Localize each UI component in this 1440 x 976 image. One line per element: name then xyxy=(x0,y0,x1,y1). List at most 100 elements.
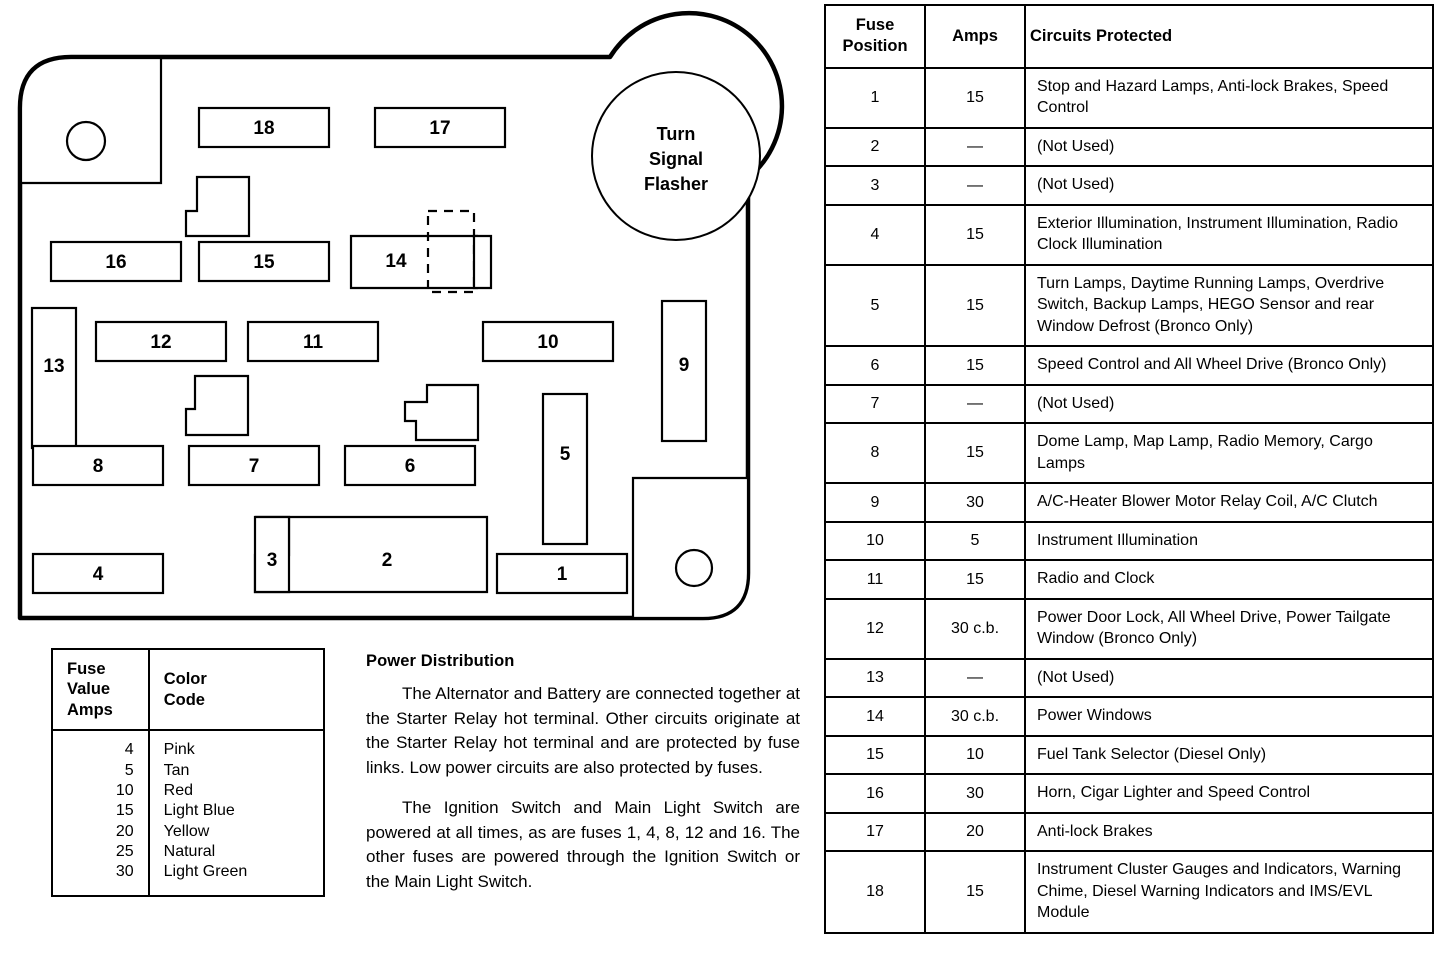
legend-header-color: Color Code xyxy=(150,650,323,729)
cell-amps: 30 xyxy=(924,482,1026,523)
fuse-slot-5-label: 5 xyxy=(560,444,571,465)
fuse-slot-13[interactable] xyxy=(30,306,78,450)
legend-header-amps: Fuse Value Amps xyxy=(53,650,150,730)
mounting-hole-bottom-right xyxy=(674,548,714,588)
fuse-slot-7-label: 7 xyxy=(249,456,260,477)
legend-color-value: Pink xyxy=(163,741,195,759)
cell-amps: — xyxy=(924,657,1026,699)
legend-amps-value: 4 xyxy=(124,741,134,759)
cell-amps: 5 xyxy=(924,520,1026,562)
fuse-slot-2-label: 2 xyxy=(382,550,393,571)
power-distribution-paragraph-2: The Ignition Switch and Main Light Switc… xyxy=(366,798,800,891)
cell-circuits: Power Windows xyxy=(1024,696,1434,737)
fuse-table-container: Fuse Position Amps Circuits Protected 1 … xyxy=(824,4,1434,934)
fuse-table: Fuse Position Amps Circuits Protected 1 … xyxy=(824,4,1434,934)
turn-signal-flasher-label-3: Flasher xyxy=(644,174,708,194)
cell-amps: 30 c.b. xyxy=(924,597,1026,660)
table-row: 16 30 Horn, Cigar Lighter and Speed Cont… xyxy=(824,773,1434,814)
cell-circuits: (Not Used) xyxy=(1024,126,1434,168)
cell-position: 6 xyxy=(824,345,926,386)
legend-color-value: Light Green xyxy=(163,863,248,881)
top-left-bay xyxy=(19,56,163,185)
header-fuse-position-line-1: Fuse xyxy=(855,16,895,34)
table-row: 9 30 A/C-Heater Blower Motor Relay Coil,… xyxy=(824,482,1434,523)
header-fuse-position: Fuse Position xyxy=(824,4,926,69)
fuse-slot-16-label: 16 xyxy=(105,252,126,273)
fuse-slot-4-label: 4 xyxy=(93,564,104,585)
cell-position: 8 xyxy=(824,422,926,485)
turn-signal-flasher-label-2: Signal xyxy=(649,149,703,169)
cell-circuits: Turn Lamps, Daytime Running Lamps, Overd… xyxy=(1024,263,1434,348)
cell-amps: 15 xyxy=(924,559,1026,600)
cell-circuits: Instrument Cluster Gauges and Indicators… xyxy=(1024,850,1434,934)
cell-circuits: Horn, Cigar Lighter and Speed Control xyxy=(1024,773,1434,814)
fuse-slot-14-label: 14 xyxy=(385,251,407,272)
legend-header-amps-line-1: Fuse xyxy=(67,660,106,678)
cell-circuits: (Not Used) xyxy=(1024,383,1434,425)
fuse-slot-6-label: 6 xyxy=(405,456,416,477)
cell-amps: 15 xyxy=(924,345,1026,386)
fuse-slot-13-label: 13 xyxy=(43,356,64,377)
table-row: 10 5 Instrument Illumination xyxy=(824,520,1434,562)
cell-position: 17 xyxy=(824,811,926,853)
cell-amps: 15 xyxy=(924,263,1026,348)
legend-amps-value: 25 xyxy=(115,842,134,860)
cell-position: 2 xyxy=(824,126,926,168)
cell-position: 9 xyxy=(824,482,926,523)
cell-circuits: Stop and Hazard Lamps, Anti-lock Brakes,… xyxy=(1024,66,1434,129)
cell-circuits: Fuel Tank Selector (Diesel Only) xyxy=(1024,734,1434,776)
header-fuse-position-line-2: Position xyxy=(842,37,908,56)
table-row: 13 — (Not Used) xyxy=(824,657,1434,699)
fuse-table-body: 1 15 Stop and Hazard Lamps, Anti-lock Br… xyxy=(824,66,1434,934)
cell-amps: 15 xyxy=(924,422,1026,485)
legend-header-row: Fuse Value Amps Color Code xyxy=(53,650,323,732)
legend-color-value: Natural xyxy=(163,842,216,860)
power-distribution-heading: Power Distribution xyxy=(366,652,515,670)
legend-header-amps-line-2: Value xyxy=(67,680,111,699)
cell-amps: — xyxy=(924,165,1026,206)
header-amps: Amps xyxy=(924,4,1026,69)
table-row: 14 30 c.b. Power Windows xyxy=(824,696,1434,737)
legend-amps-value: 20 xyxy=(115,822,134,840)
cell-position: 5 xyxy=(824,263,926,348)
cell-amps: 10 xyxy=(924,734,1026,776)
cell-amps: 15 xyxy=(924,66,1026,129)
fuse-slot-1-label: 1 xyxy=(557,564,568,585)
cell-position: 1 xyxy=(824,66,926,129)
fuse-panel-svg: Turn Signal Flasher 18 17 16 15 14 13 12… xyxy=(17,10,785,621)
cell-circuits: Anti-lock Brakes xyxy=(1024,811,1434,853)
cell-amps: — xyxy=(924,126,1026,168)
legend-amps-value: 5 xyxy=(124,761,134,779)
fuse-slot-11-label: 11 xyxy=(303,332,324,353)
fuse-slot-15-label: 15 xyxy=(253,252,275,273)
table-row: 2 — (Not Used) xyxy=(824,126,1434,168)
table-row: 12 30 c.b. Power Door Lock, All Wheel Dr… xyxy=(824,597,1434,660)
cell-amps: 30 c.b. xyxy=(924,696,1026,737)
fuse-slot-14-step xyxy=(472,234,493,290)
fuse-slot-12-label: 12 xyxy=(150,332,171,353)
cell-circuits: Power Door Lock, All Wheel Drive, Power … xyxy=(1024,597,1434,660)
cell-position: 7 xyxy=(824,383,926,425)
cell-position: 16 xyxy=(824,773,926,814)
legend-amps-value: 15 xyxy=(115,802,134,820)
legend-body: 4 5 10 15 20 25 30 Pink Tan Red Light Bl… xyxy=(53,731,323,896)
legend-header-color-line-2: Code xyxy=(163,690,205,709)
cell-position: 18 xyxy=(824,850,926,934)
bottom-right-bay xyxy=(631,476,750,620)
fuse-slot-3-label: 3 xyxy=(267,550,278,571)
cell-circuits: (Not Used) xyxy=(1024,165,1434,206)
fuse-panel-diagram: Turn Signal Flasher 18 17 16 15 14 13 12… xyxy=(0,0,815,630)
legend-amps-column: 4 5 10 15 20 25 30 xyxy=(53,731,150,896)
cell-circuits: A/C-Heater Blower Motor Relay Coil, A/C … xyxy=(1024,482,1434,523)
fuse-slot-9-label: 9 xyxy=(679,355,690,376)
cell-position: 10 xyxy=(824,520,926,562)
relay-lower-left[interactable] xyxy=(184,374,250,437)
table-row: 3 — (Not Used) xyxy=(824,165,1434,206)
fuse-slot-5[interactable] xyxy=(541,392,589,546)
cell-position: 13 xyxy=(824,657,926,699)
cell-position: 4 xyxy=(824,203,926,266)
fuse-slot-14[interactable] xyxy=(349,234,479,290)
fuse-color-code-legend: Fuse Value Amps Color Code 4 5 10 15 20 … xyxy=(51,648,325,898)
legend-color-value: Red xyxy=(163,781,194,799)
legend-color-value: Yellow xyxy=(163,822,210,840)
